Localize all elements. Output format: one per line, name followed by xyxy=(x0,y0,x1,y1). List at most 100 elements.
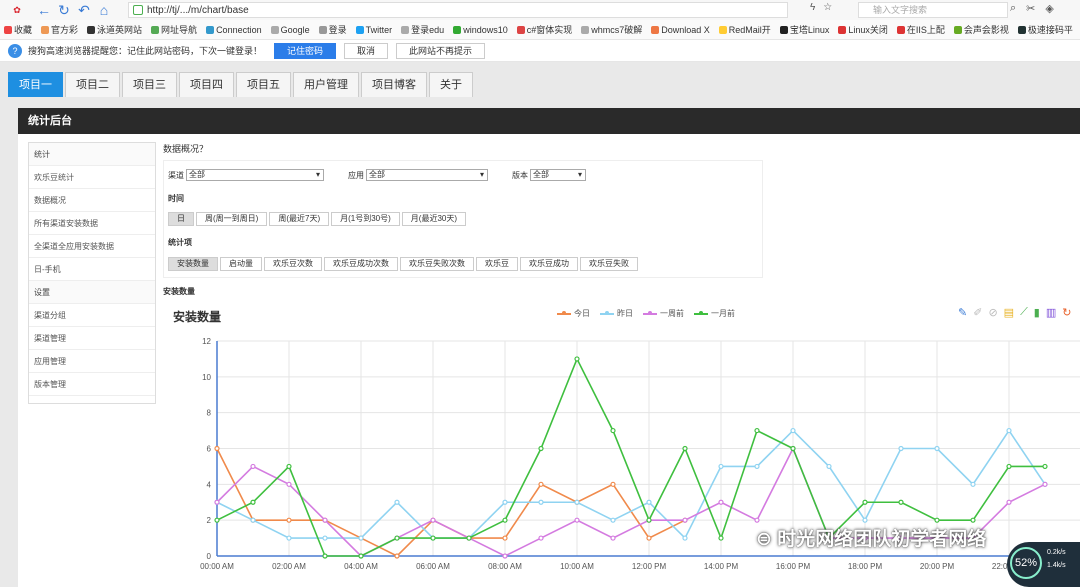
bookmark-item[interactable]: windows10 xyxy=(453,25,508,35)
address-bar[interactable]: http://tj/.../m/chart/base xyxy=(128,2,788,18)
tab-4[interactable]: 项目四 xyxy=(179,72,234,97)
bookmark-item[interactable]: Google xyxy=(270,24,310,35)
shield-icon xyxy=(133,5,143,15)
bookmark-item[interactable]: whmcs7破解 xyxy=(581,23,642,36)
data-point xyxy=(430,517,436,523)
bookmark-label: 宝塔Linux xyxy=(789,25,830,35)
remember-password-button[interactable]: 记住密码 xyxy=(274,42,337,59)
data-point xyxy=(214,499,220,505)
bookmark-item[interactable]: 登录edu xyxy=(401,23,444,36)
tab-7[interactable]: 项目博客 xyxy=(361,72,427,97)
channel-select[interactable]: 全部 xyxy=(186,169,324,181)
cut-icon[interactable]: ✂ xyxy=(1026,2,1035,15)
bookmark-item[interactable]: 会声会影视 xyxy=(953,23,1009,36)
data-point xyxy=(754,517,760,523)
data-point xyxy=(610,535,616,541)
watermark: ⊜ 时光网络团队初学者网络 xyxy=(756,524,986,551)
bookmark-label: 会声会影视 xyxy=(963,25,1009,35)
tab-1[interactable]: 项目一 xyxy=(8,72,63,97)
undo-icon[interactable]: ↶ xyxy=(74,0,94,20)
data-point xyxy=(538,481,544,487)
data-point xyxy=(502,535,508,541)
bookmark-item[interactable]: Linux关闭 xyxy=(838,23,888,36)
app-select[interactable]: 全部 xyxy=(366,169,488,181)
data-point xyxy=(250,463,256,470)
bookmark-item[interactable]: RedMail开 xyxy=(718,23,771,36)
search-input[interactable]: 输入文字搜索 xyxy=(858,2,1008,18)
panel-title: 统计后台 xyxy=(18,108,1080,134)
home-icon[interactable]: ⌂ xyxy=(94,0,114,20)
back-icon[interactable]: ← xyxy=(34,0,54,20)
bookmark-icon xyxy=(516,25,525,34)
sidebar-item[interactable]: 欢乐豆统计 xyxy=(29,166,155,189)
bookmark-item[interactable]: Download X xyxy=(651,25,710,35)
bookmark-label: Google xyxy=(280,24,310,35)
cancel-button[interactable]: 取消 xyxy=(344,42,389,59)
x-tick-label: 06:00 AM xyxy=(416,562,450,571)
bookmark-label: c#窗体实现 xyxy=(526,25,573,35)
tab-8[interactable]: 关于 xyxy=(429,72,473,97)
bookmark-item[interactable]: 收藏 xyxy=(4,23,32,36)
never-prompt-button[interactable]: 此网站不再提示 xyxy=(396,42,486,59)
data-point xyxy=(538,499,544,505)
x-tick-label: 16:00 PM xyxy=(776,562,811,571)
bookmark-item[interactable]: Twitter xyxy=(355,25,392,35)
refresh-icon[interactable]: ↻ xyxy=(54,0,74,20)
project-tabs: 项目一 项目二 项目三 项目四 项目五 用户管理 项目博客 关于 xyxy=(8,72,475,97)
magnifier-icon[interactable]: ⌕ xyxy=(1010,2,1016,15)
extension-icon[interactable]: ◈ xyxy=(1045,2,1053,15)
bookmark-icon xyxy=(779,25,788,34)
version-select[interactable]: 全部 xyxy=(530,169,586,181)
bookmark-icon xyxy=(651,25,660,34)
bookmark-icon xyxy=(41,25,50,34)
bookmark-icon xyxy=(718,25,727,34)
bookmark-label: 登录 xyxy=(328,25,347,35)
app-label: 应用 xyxy=(348,170,364,180)
bookmark-label: 官方彩 xyxy=(51,25,79,35)
data-point xyxy=(394,499,400,505)
x-tick-label: 02:00 AM xyxy=(272,562,306,571)
bookmark-item[interactable]: c#窗体实现 xyxy=(516,23,573,36)
bookmark-item[interactable]: 登录 xyxy=(318,23,347,36)
data-point xyxy=(790,445,796,452)
bookmark-item[interactable]: 极速接码平 xyxy=(1017,23,1073,36)
bookmark-label: Linux关闭 xyxy=(848,25,888,35)
bookmark-item[interactable]: 在IIS上配 xyxy=(896,23,945,36)
x-tick-label: 20:00 PM xyxy=(920,562,955,571)
data-point xyxy=(1006,427,1012,434)
network-speed-widget[interactable]: 52% 0.2k/s 1.4k/s xyxy=(1007,542,1080,587)
y-tick-label: 6 xyxy=(207,445,212,454)
tab-2[interactable]: 项目二 xyxy=(65,72,120,97)
data-point xyxy=(826,463,832,470)
bookmark-item[interactable]: Connection xyxy=(206,25,262,35)
x-tick-label: 10:00 AM xyxy=(560,562,594,571)
tab-3[interactable]: 项目三 xyxy=(122,72,177,97)
tab-5[interactable]: 项目五 xyxy=(236,72,291,97)
bookmark-item[interactable]: 泳道英网站 xyxy=(87,23,142,36)
star-icon[interactable]: ☆ xyxy=(823,2,832,13)
bookmark-item[interactable]: 网址导航 xyxy=(151,23,197,36)
x-tick-label: 00:00 AM xyxy=(200,562,234,571)
bookmark-item[interactable]: 宝塔Linux xyxy=(779,23,830,36)
data-point xyxy=(934,445,940,452)
lightning-icon[interactable]: ϟ xyxy=(810,2,815,13)
sidebar-item[interactable]: 数据概况 xyxy=(29,189,155,212)
bookmark-item[interactable]: 官方彩 xyxy=(41,23,78,36)
key-icon: ? xyxy=(8,43,22,58)
data-point xyxy=(250,517,256,523)
bookmark-icon xyxy=(151,25,160,34)
watermark-text: 时光网络团队初学者网络 xyxy=(777,529,987,550)
bookmark-label: Download X xyxy=(661,24,710,35)
browser-logo[interactable]: ✿ xyxy=(0,0,34,20)
bookmark-icon xyxy=(318,25,327,34)
bookmarks-bar: 收藏 官方彩 泳道英网站 网址导航 Connection Google 登录 Twitter 登… xyxy=(0,20,1080,40)
data-point xyxy=(358,553,364,559)
data-point xyxy=(898,445,904,452)
data-point xyxy=(286,517,292,523)
data-point xyxy=(610,427,616,434)
data-point xyxy=(646,535,652,541)
x-tick-label: 14:00 PM xyxy=(704,562,739,571)
bookmark-icon xyxy=(896,25,905,34)
tab-6[interactable]: 用户管理 xyxy=(293,72,359,97)
y-tick-label: 0 xyxy=(207,552,212,561)
